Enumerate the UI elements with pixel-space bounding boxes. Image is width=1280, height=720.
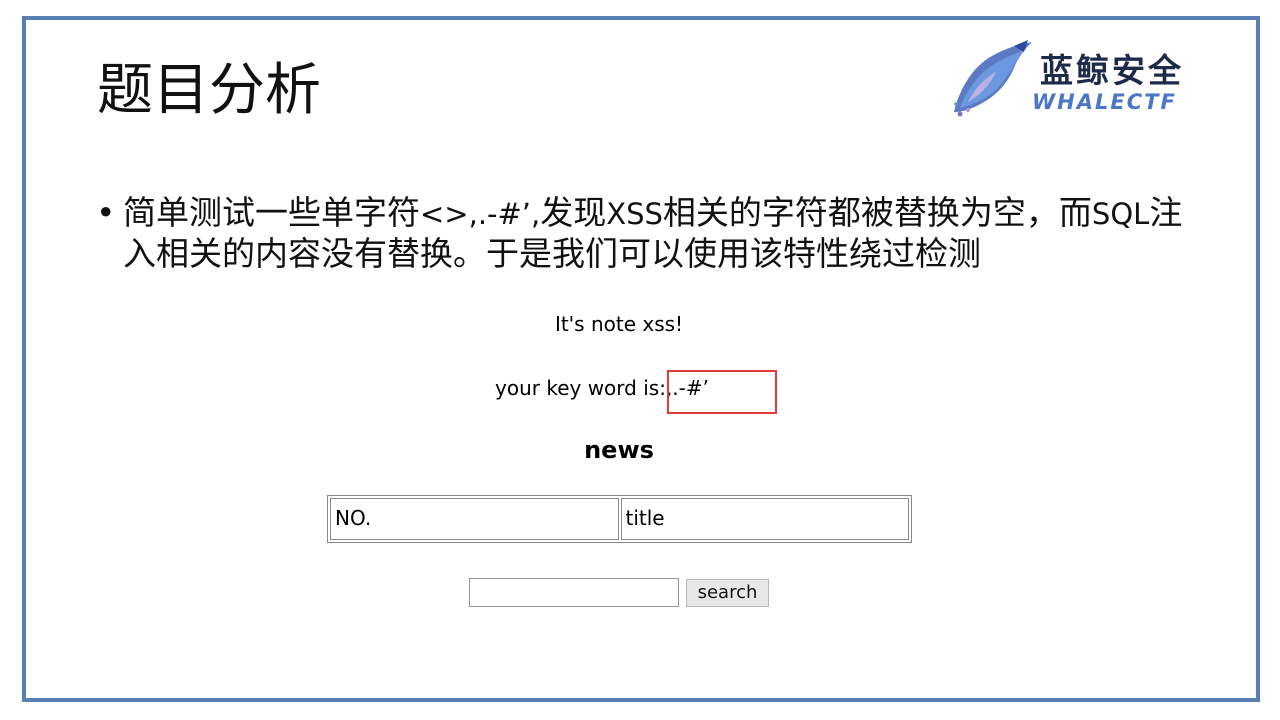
bullet-sql: SQL (1091, 197, 1150, 231)
table-header-title: title (620, 498, 909, 540)
bullet-text-3: 相关的字符都被替换为空，而 (662, 193, 1092, 232)
news-heading: news (584, 436, 654, 464)
table-header-no: NO. (330, 498, 619, 540)
bullet-point: • 简单测试一些单字符<>,.-#’,发现XSS相关的字符都被替换为空，而SQL… (96, 193, 1193, 274)
news-table: NO. title (327, 495, 912, 543)
highlight-box (667, 370, 777, 414)
search-input[interactable] (469, 578, 679, 607)
bullet-xss: XSS (606, 197, 663, 231)
brand-logo: 蓝鲸安全 WHALECTF (948, 38, 1238, 120)
logo-text-en: WHALECTF (1032, 90, 1177, 114)
keyword-label: your key word is: (495, 376, 666, 400)
bullet-dot: • (96, 193, 116, 232)
search-button[interactable]: search (686, 579, 769, 607)
page-heading: It's note xss! (554, 312, 684, 336)
slide-title: 题目分析 (97, 58, 321, 123)
bullet-text-2: 发现 (540, 193, 607, 232)
bullet-chars: <>,.-#’, (420, 197, 541, 231)
bullet-text-1: 简单测试一些单字符 (123, 193, 420, 232)
whale-logo-icon (954, 40, 1032, 117)
logo-text-cn: 蓝鲸安全 (1040, 51, 1184, 90)
